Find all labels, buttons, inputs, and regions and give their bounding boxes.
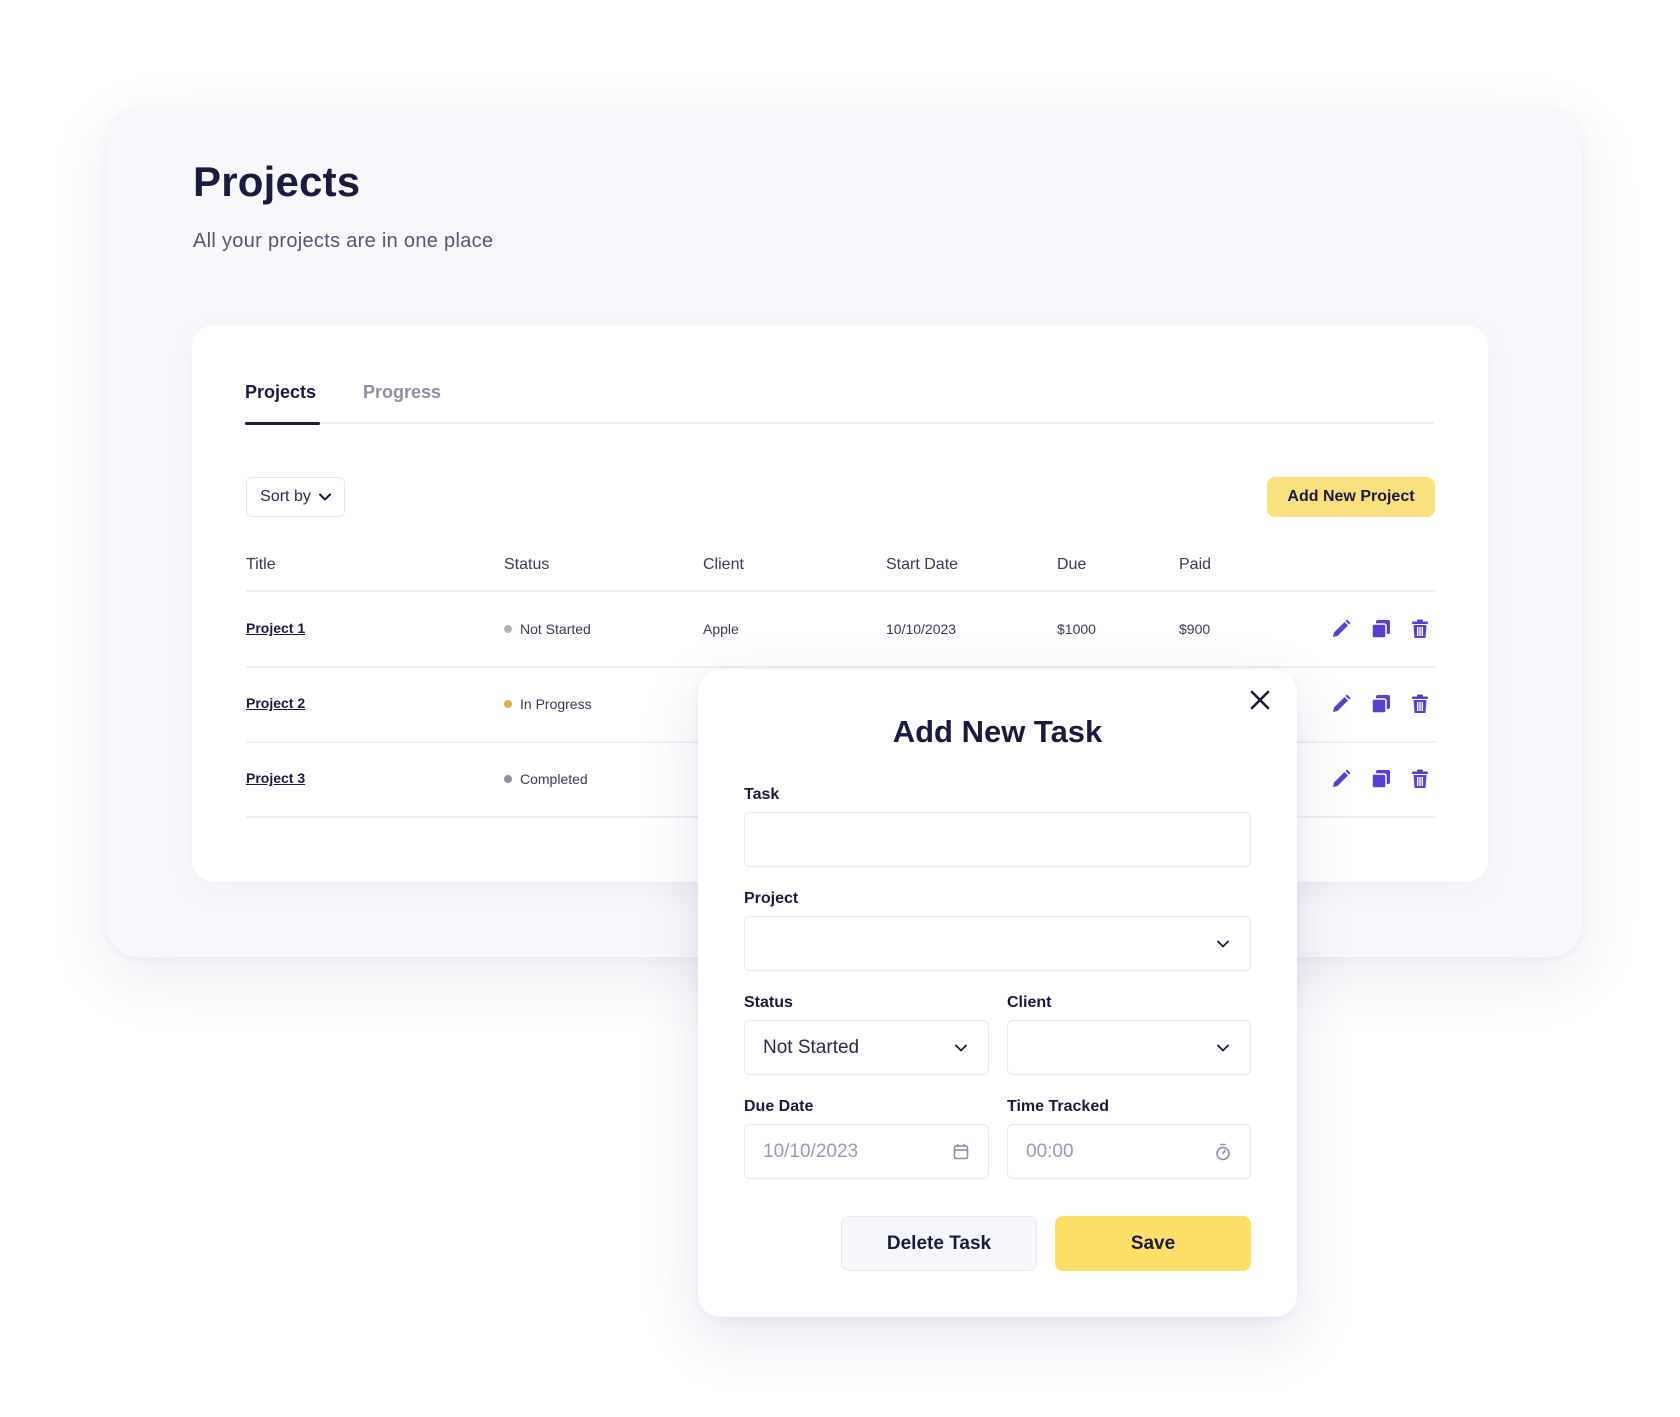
time-tracked-label: Time Tracked <box>1007 1098 1109 1115</box>
chevron-down-icon <box>1217 940 1229 947</box>
column-header-due: Due <box>1057 556 1087 573</box>
status-cell: In Progress <box>504 696 592 712</box>
trash-icon[interactable] <box>1410 769 1430 789</box>
sort-by-dropdown[interactable]: Sort by <box>246 477 345 517</box>
status-label: Status <box>744 994 793 1011</box>
client-label: Client <box>1007 994 1052 1011</box>
edit-icon[interactable] <box>1331 619 1351 639</box>
close-icon[interactable] <box>1248 688 1272 712</box>
chevron-down-icon <box>318 493 331 501</box>
column-header-start-date: Start Date <box>886 556 959 573</box>
project-title-link[interactable]: Project 3 <box>246 770 305 786</box>
column-header-title: Title <box>246 556 276 573</box>
add-new-project-button[interactable]: Add New Project <box>1267 477 1435 517</box>
page-title: Projects <box>193 158 361 205</box>
start-date-cell: 10/10/2023 <box>886 621 957 637</box>
modal-title: Add New Task <box>892 714 1103 749</box>
status-text: Completed <box>520 771 588 787</box>
project-title-link[interactable]: Project 2 <box>246 695 305 711</box>
status-text: In Progress <box>520 696 592 712</box>
column-header-client: Client <box>703 556 744 573</box>
project-select[interactable] <box>744 916 1251 971</box>
save-button[interactable]: Save <box>1055 1216 1251 1271</box>
due-date-input[interactable] <box>763 1125 952 1178</box>
page-subtitle: All your projects are in one place <box>193 230 494 252</box>
calendar-icon[interactable] <box>953 1143 969 1160</box>
tab-projects[interactable]: Projects <box>245 382 316 403</box>
duplicate-icon[interactable] <box>1371 619 1391 639</box>
header-divider <box>246 590 1435 592</box>
tab-progress[interactable]: Progress <box>363 382 441 403</box>
chevron-down-icon <box>955 1044 967 1051</box>
due-date-input-wrapper <box>744 1124 989 1179</box>
trash-icon[interactable] <box>1410 619 1430 639</box>
status-cell: Completed <box>504 771 588 787</box>
task-input[interactable] <box>763 813 1232 866</box>
due-cell: $1000 <box>1057 621 1096 637</box>
chevron-down-icon <box>1217 1044 1229 1051</box>
edit-icon[interactable] <box>1331 694 1351 714</box>
duplicate-icon[interactable] <box>1371 694 1391 714</box>
time-tracked-input[interactable] <box>1026 1125 1214 1178</box>
status-dot <box>504 625 512 634</box>
status-text: Not Started <box>520 621 591 637</box>
status-select[interactable]: Not Started <box>744 1020 989 1075</box>
column-header-paid: Paid <box>1179 556 1212 573</box>
client-select[interactable] <box>1007 1020 1251 1075</box>
row-divider <box>246 666 1435 668</box>
trash-icon[interactable] <box>1410 694 1430 714</box>
paid-cell: $900 <box>1179 621 1211 637</box>
stopwatch-icon[interactable] <box>1215 1143 1231 1161</box>
column-header-status: Status <box>504 556 550 573</box>
due-date-label: Due Date <box>744 1098 814 1115</box>
client-cell: Apple <box>703 621 739 637</box>
status-dot <box>504 775 512 784</box>
project-title-link[interactable]: Project 1 <box>246 620 305 636</box>
task-input-wrapper <box>744 812 1251 867</box>
project-label: Project <box>744 890 799 907</box>
duplicate-icon[interactable] <box>1371 769 1391 789</box>
status-cell: Not Started <box>504 621 591 637</box>
status-dot <box>504 700 512 709</box>
active-tab-indicator <box>245 422 320 425</box>
edit-icon[interactable] <box>1331 769 1351 789</box>
task-label: Task <box>744 786 780 803</box>
status-select-value: Not Started <box>763 1036 860 1058</box>
delete-task-button[interactable]: Delete Task <box>841 1216 1037 1271</box>
tab-bar: Projects Progress <box>245 376 1434 425</box>
sort-by-label: Sort by <box>260 488 311 505</box>
time-tracked-input-wrapper <box>1007 1124 1251 1179</box>
